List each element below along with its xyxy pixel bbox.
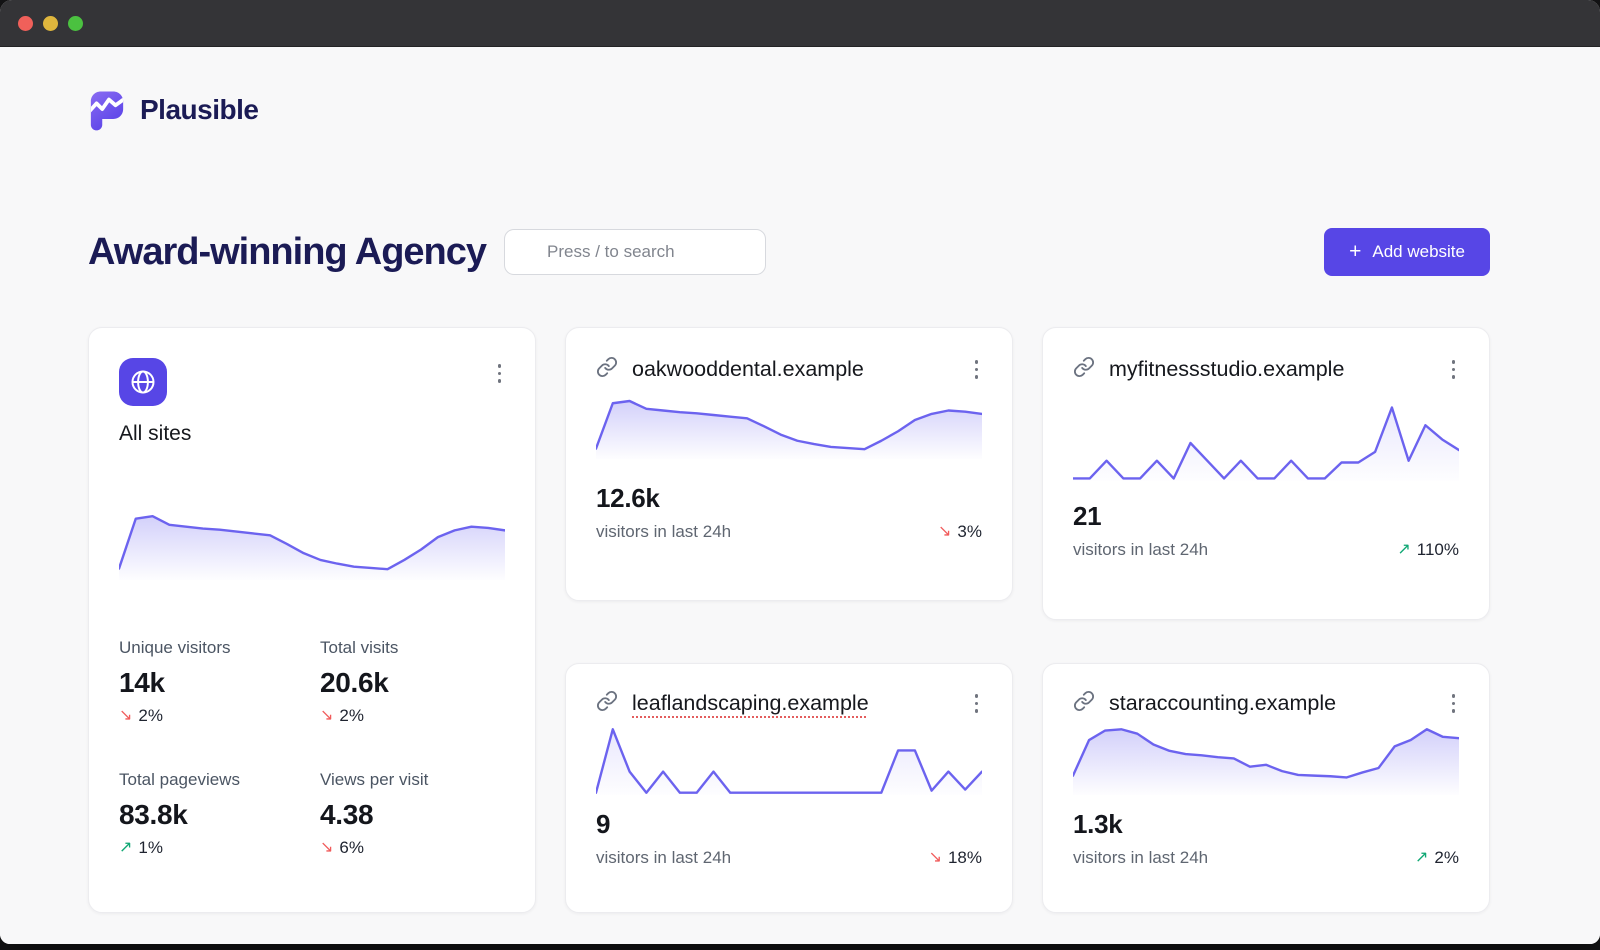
site-sparkline-chart xyxy=(1073,727,1459,795)
kebab-menu-button[interactable] xyxy=(1448,354,1460,385)
visitors-caption: visitors in last 24h xyxy=(1073,848,1208,868)
link-icon xyxy=(1073,690,1095,717)
trend-arrow-icon: ↗ xyxy=(119,840,132,856)
page-content: Plausible Award-winning Agency + Add web… xyxy=(0,47,1600,944)
stat-total-visits: Total visits 20.6k ↘ 2% xyxy=(320,638,505,726)
stat-total-pageviews: Total pageviews 83.8k ↗ 1% xyxy=(119,770,304,858)
app-window: Plausible Award-winning Agency + Add web… xyxy=(0,0,1600,944)
plausible-logo[interactable]: Plausible xyxy=(88,47,1490,132)
site-domain[interactable]: oakwooddental.example xyxy=(632,357,864,382)
all-sites-card[interactable]: All sites Unique visitors 14k ↘ 2% xyxy=(88,327,536,913)
stat-label: Total visits xyxy=(320,638,505,658)
visitors-count: 12.6k xyxy=(596,483,982,514)
visitors-caption: visitors in last 24h xyxy=(1073,540,1208,560)
minimize-window-button[interactable] xyxy=(43,16,58,31)
site-delta: ↗ 110% xyxy=(1397,540,1459,560)
site-sparkline-chart xyxy=(1073,405,1459,481)
trend-arrow-icon: ↘ xyxy=(938,524,951,540)
plausible-logo-icon xyxy=(88,88,126,132)
visitors-caption: visitors in last 24h xyxy=(596,848,731,868)
delta-value: 3% xyxy=(957,522,982,542)
stat-delta: ↘ 6% xyxy=(320,838,364,858)
delta-value: 2% xyxy=(138,706,163,726)
delta-value: 2% xyxy=(339,706,364,726)
stat-unique-visitors: Unique visitors 14k ↘ 2% xyxy=(119,638,304,726)
site-delta: ↗ 2% xyxy=(1415,848,1459,868)
trend-arrow-icon: ↘ xyxy=(119,708,132,724)
window-titlebar xyxy=(0,0,1600,47)
link-icon xyxy=(596,356,618,383)
stat-value: 83.8k xyxy=(119,799,304,831)
globe-icon xyxy=(119,358,167,406)
dashboard-header: Award-winning Agency + Add website xyxy=(88,228,1490,276)
stat-views-per-visit: Views per visit 4.38 ↘ 6% xyxy=(320,770,505,858)
site-sparkline-chart xyxy=(596,399,982,459)
trend-arrow-icon: ↗ xyxy=(1397,542,1410,558)
site-delta: ↘ 18% xyxy=(929,848,982,868)
close-window-button[interactable] xyxy=(18,16,33,31)
site-card-staraccounting[interactable]: staraccounting.example 1.3k visitors in … xyxy=(1042,663,1490,913)
site-domain[interactable]: leaflandscaping.example xyxy=(632,691,869,716)
delta-value: 1% xyxy=(138,838,163,858)
stat-label: Unique visitors xyxy=(119,638,304,658)
trend-arrow-icon: ↘ xyxy=(320,708,333,724)
trend-arrow-icon: ↗ xyxy=(1415,850,1428,866)
site-cards-grid: All sites Unique visitors 14k ↘ 2% xyxy=(88,327,1490,913)
site-card-leaflandscaping[interactable]: leaflandscaping.example 9 visitors in la… xyxy=(565,663,1013,913)
trend-arrow-icon: ↘ xyxy=(929,850,942,866)
visitors-caption: visitors in last 24h xyxy=(596,522,731,542)
summary-stats: Unique visitors 14k ↘ 2% Total visits 20… xyxy=(119,638,505,858)
site-card-myfitnessstudio[interactable]: myfitnessstudio.example 21 visitors in l… xyxy=(1042,327,1490,620)
visitors-count: 21 xyxy=(1073,501,1459,532)
stat-delta: ↘ 2% xyxy=(320,706,364,726)
brand-name: Plausible xyxy=(140,94,258,126)
kebab-menu-button[interactable] xyxy=(494,358,506,389)
zoom-window-button[interactable] xyxy=(68,16,83,31)
site-delta: ↘ 3% xyxy=(938,522,982,542)
kebab-menu-button[interactable] xyxy=(1448,688,1460,719)
search-input[interactable] xyxy=(504,229,766,275)
traffic-lights xyxy=(18,16,83,31)
link-icon xyxy=(596,690,618,717)
site-domain[interactable]: staraccounting.example xyxy=(1109,691,1336,716)
all-sites-sparkline-chart xyxy=(119,514,505,580)
site-domain[interactable]: myfitnessstudio.example xyxy=(1109,357,1344,382)
stat-value: 14k xyxy=(119,667,304,699)
kebab-menu-button[interactable] xyxy=(971,688,983,719)
plus-icon: + xyxy=(1349,241,1361,262)
trend-arrow-icon: ↘ xyxy=(320,840,333,856)
visitors-count: 9 xyxy=(596,809,982,840)
visitors-count: 1.3k xyxy=(1073,809,1459,840)
delta-value: 110% xyxy=(1417,540,1459,560)
stat-label: Total pageviews xyxy=(119,770,304,790)
all-sites-title: All sites xyxy=(119,422,505,446)
link-icon xyxy=(1073,356,1095,383)
stat-delta: ↗ 1% xyxy=(119,838,163,858)
add-website-button[interactable]: + Add website xyxy=(1324,228,1490,276)
delta-value: 18% xyxy=(948,848,982,868)
stat-value: 4.38 xyxy=(320,799,505,831)
stat-value: 20.6k xyxy=(320,667,505,699)
stat-label: Views per visit xyxy=(320,770,505,790)
delta-value: 6% xyxy=(339,838,364,858)
add-website-label: Add website xyxy=(1372,242,1465,262)
stat-delta: ↘ 2% xyxy=(119,706,163,726)
kebab-menu-button[interactable] xyxy=(971,354,983,385)
delta-value: 2% xyxy=(1434,848,1459,868)
site-card-oakwooddental[interactable]: oakwooddental.example 12.6k visitors in … xyxy=(565,327,1013,601)
page-title: Award-winning Agency xyxy=(88,233,486,271)
site-sparkline-chart xyxy=(596,727,982,795)
